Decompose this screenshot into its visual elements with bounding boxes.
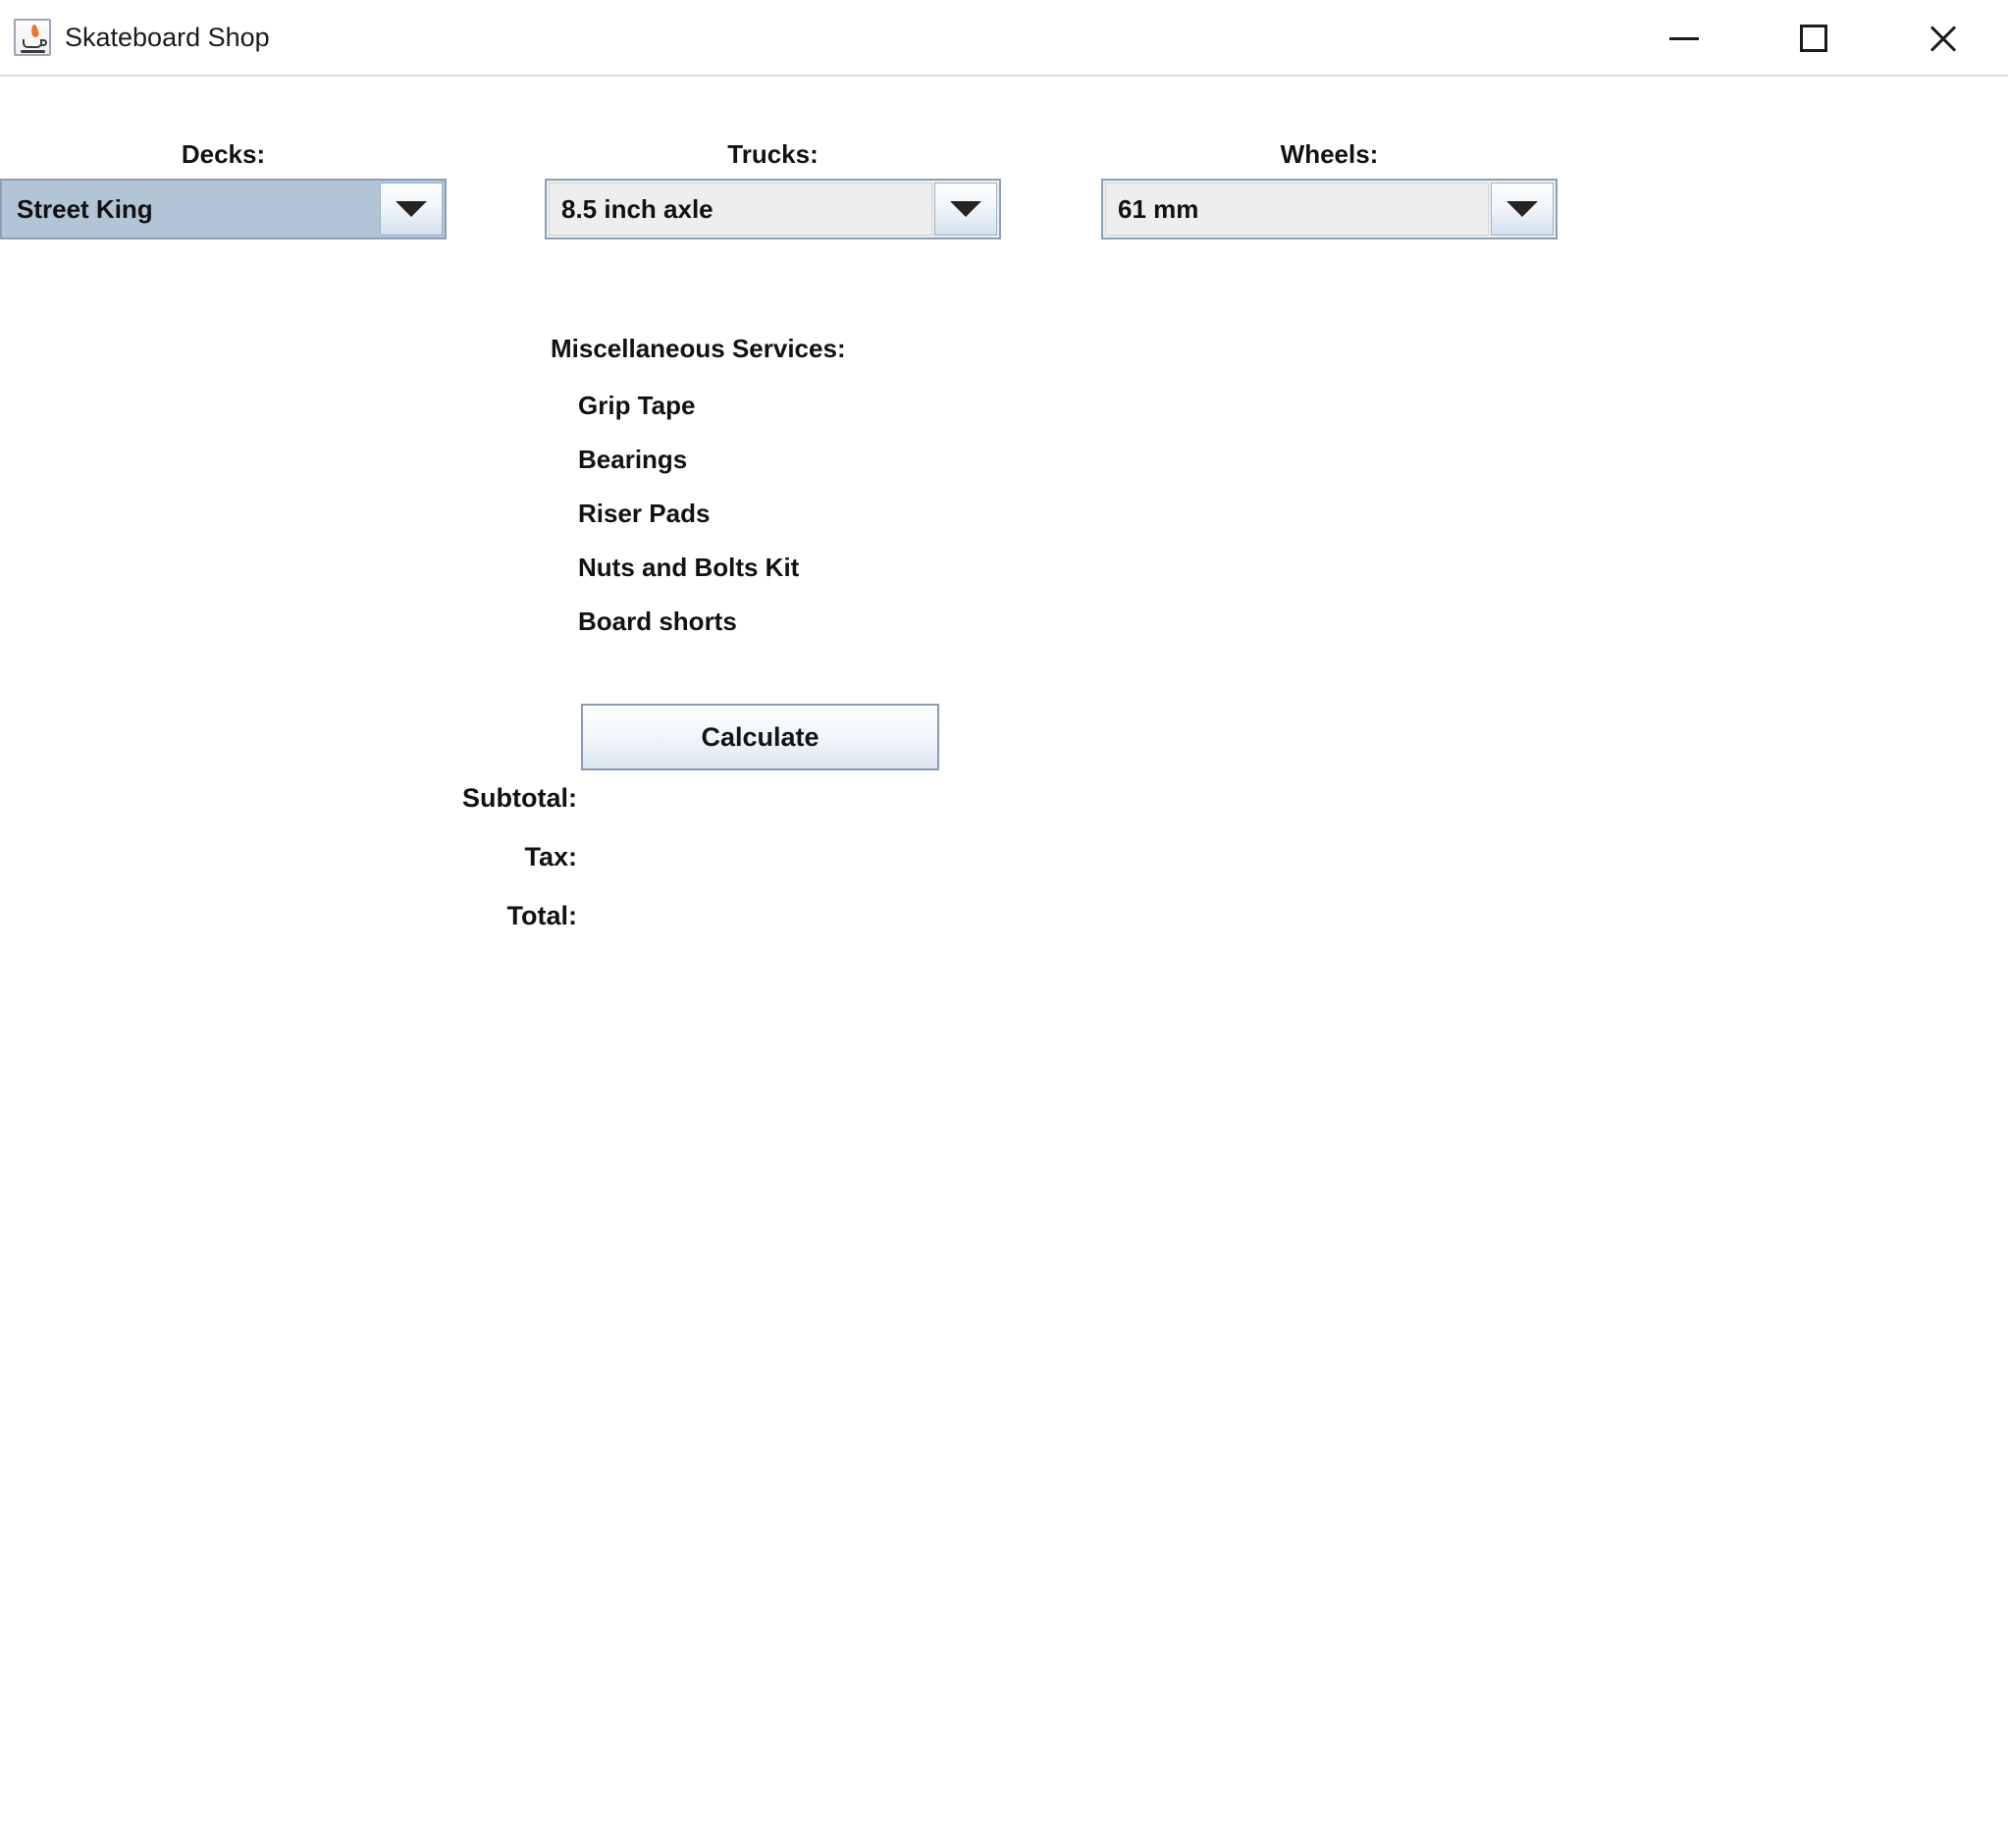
trucks-dropdown-arrow-icon[interactable] (934, 183, 997, 236)
wheels-selected-value: 61 mm (1105, 183, 1489, 236)
list-item[interactable]: Grip Tape (551, 379, 1041, 433)
list-item[interactable]: Nuts and Bolts Kit (551, 541, 1041, 595)
trucks-selected-value: 8.5 inch axle (549, 183, 932, 236)
java-coffee-cup-icon (14, 19, 51, 56)
misc-services-list[interactable]: Grip Tape Bearings Riser Pads Nuts and B… (551, 379, 1041, 693)
calculate-button[interactable]: Calculate (581, 704, 939, 770)
tax-label: Tax: (524, 842, 577, 871)
list-item[interactable]: Riser Pads (551, 487, 1041, 541)
misc-services-heading: Miscellaneous Services: (551, 334, 846, 363)
app-content: Decks: Street King Trucks: 8.5 inch axle… (0, 79, 2008, 1848)
trucks-combobox[interactable]: 8.5 inch axle (545, 179, 1001, 239)
minimize-button[interactable] (1619, 0, 1749, 77)
wheels-combobox[interactable]: 61 mm (1101, 179, 1558, 239)
wheels-label: Wheels: (1280, 139, 1379, 169)
title-bar-left-group: Skateboard Shop (14, 14, 270, 61)
window-controls (1619, 0, 2008, 77)
subtotal-label: Subtotal: (462, 783, 577, 813)
list-item[interactable]: Board shorts (551, 595, 1041, 649)
window-title-bar: Skateboard Shop (0, 0, 2008, 77)
decks-selected-value: Street King (4, 183, 378, 236)
close-icon (1927, 22, 1960, 55)
close-button[interactable] (1878, 0, 2008, 77)
window-title: Skateboard Shop (65, 22, 270, 52)
trucks-label: Trucks: (727, 139, 819, 169)
decks-combobox[interactable]: Street King (0, 179, 447, 239)
maximize-icon (1800, 25, 1827, 52)
total-label: Total: (506, 901, 577, 930)
list-item[interactable]: Bearings (551, 433, 1041, 487)
decks-label: Decks: (181, 139, 266, 169)
minimize-icon (1669, 36, 1699, 40)
decks-dropdown-arrow-icon[interactable] (380, 183, 443, 236)
maximize-button[interactable] (1749, 0, 1878, 77)
wheels-dropdown-arrow-icon[interactable] (1491, 183, 1554, 236)
